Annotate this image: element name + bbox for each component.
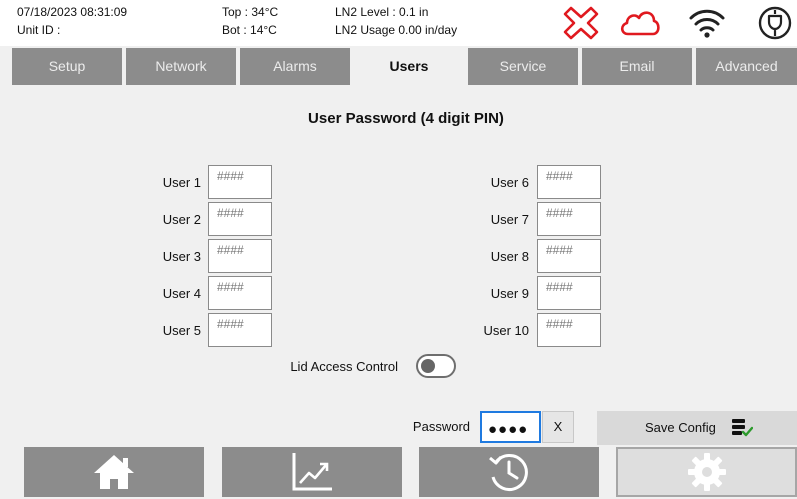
ln2-usage: LN2 Usage 0.00 in/day [335,23,458,37]
user-7-pin-input[interactable]: #### [537,202,601,236]
nav-settings-button[interactable] [616,447,797,497]
history-icon [489,454,528,491]
user-8-label: User 8 [490,249,529,264]
tab-users[interactable]: Users [354,48,464,85]
nav-home-button[interactable] [24,447,204,497]
save-config-button[interactable]: Save Config [597,411,797,445]
user-8-pin-input[interactable]: #### [537,239,601,273]
lid-access-label: Lid Access Control [290,359,398,374]
user-2-pin-input[interactable]: #### [208,202,272,236]
power-plug-icon[interactable] [757,4,793,42]
nav-history-button[interactable] [419,447,599,497]
wifi-icon[interactable] [688,6,726,40]
user-5-label: User 5 [162,323,201,338]
cloud-icon[interactable] [618,7,662,37]
user-3-pin-input[interactable]: #### [208,239,272,273]
tab-bar: Setup Network Alarms Users Service Email… [0,48,797,85]
toggle-knob [421,359,435,373]
user-9-pin-input[interactable]: #### [537,276,601,310]
tab-advanced[interactable]: Advanced [696,48,797,85]
bottom-temperature: Bot : 14°C [222,23,277,37]
save-config-label: Save Config [645,420,716,435]
settings-gear-icon [687,453,726,491]
lid-access-toggle[interactable] [416,354,456,378]
user-4-label: User 4 [162,286,201,301]
ln2-level: LN2 Level : 0.1 in [335,5,429,19]
top-temperature: Top : 34°C [222,5,279,19]
tab-setup[interactable]: Setup [12,48,122,85]
user-6-pin-input[interactable]: #### [537,165,601,199]
password-input[interactable]: ●●●● [480,411,541,443]
home-icon [94,455,134,489]
tab-alarms[interactable]: Alarms [240,48,350,85]
datetime: 07/18/2023 08:31:09 [17,5,128,19]
password-label: Password [412,419,470,434]
tab-network[interactable]: Network [126,48,236,85]
user-10-label: User 10 [483,323,529,338]
chart-icon [292,453,332,491]
user-1-label: User 1 [162,175,201,190]
user-1-pin-input[interactable]: #### [208,165,272,199]
tab-email[interactable]: Email [582,48,692,85]
unit-id: Unit ID : [17,23,61,37]
user-4-pin-input[interactable]: #### [208,276,272,310]
status-bar: 07/18/2023 08:31:09 Unit ID : Top : 34°C… [0,0,797,46]
database-check-icon [732,419,753,437]
user-10-pin-input[interactable]: #### [537,313,601,347]
tab-service[interactable]: Service [468,48,578,85]
nav-chart-button[interactable] [222,447,402,497]
user-2-label: User 2 [162,212,201,227]
alarm-x-icon[interactable] [563,6,599,40]
user-5-pin-input[interactable]: #### [208,313,272,347]
password-clear-button[interactable]: X [542,411,574,443]
user-3-label: User 3 [162,249,201,264]
user-6-label: User 6 [490,175,529,190]
user-7-label: User 7 [490,212,529,227]
user-9-label: User 9 [490,286,529,301]
page-title: User Password (4 digit PIN) [308,110,504,127]
